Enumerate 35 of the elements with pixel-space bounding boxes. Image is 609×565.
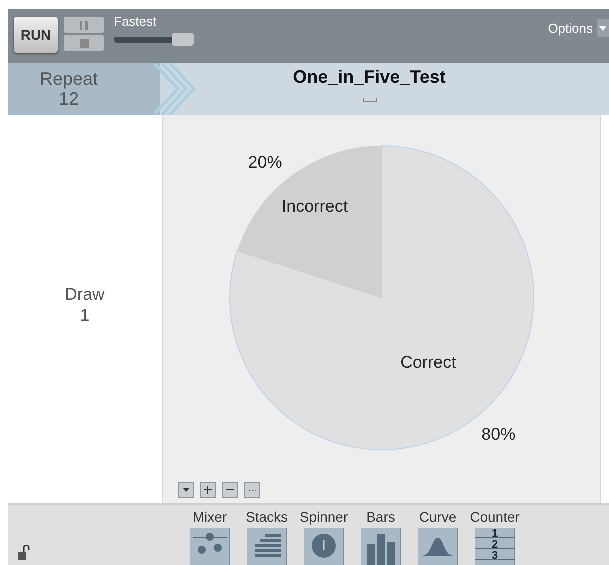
tool-button[interactable]: Stacks xyxy=(245,509,289,565)
options-button[interactable]: Options xyxy=(548,19,609,37)
resize-handle[interactable] xyxy=(362,98,376,102)
percent-label: 80% xyxy=(482,425,516,444)
dropdown-button[interactable] xyxy=(178,482,194,498)
plus-icon xyxy=(204,486,212,494)
repeat-count: 12 xyxy=(58,89,80,109)
tool-button[interactable]: Bars xyxy=(359,509,403,565)
stop-icon xyxy=(80,38,88,48)
pause-icon xyxy=(80,20,88,30)
spinner-icon xyxy=(304,528,344,565)
caret-icon xyxy=(182,488,190,492)
slider-thumb[interactable] xyxy=(172,33,194,46)
remove-button[interactable] xyxy=(222,482,238,498)
curve-icon xyxy=(418,528,458,565)
caret-icon xyxy=(599,26,607,30)
draw-count: 1 xyxy=(80,305,90,326)
add-button[interactable] xyxy=(200,482,216,498)
percent-label: 20% xyxy=(248,152,282,172)
draw-label: Draw xyxy=(65,284,105,305)
speed-label: Fastest xyxy=(114,14,158,29)
tool-button[interactable]: Spinner xyxy=(302,509,346,565)
stacks-icon xyxy=(247,528,287,565)
tool-button[interactable]: Curve xyxy=(416,509,460,565)
minus-icon xyxy=(226,489,234,491)
mixer-icon xyxy=(190,528,230,565)
tool-button[interactable]: Mixer xyxy=(188,509,232,565)
counter-icon: 1 2 3 xyxy=(475,528,515,565)
repeat-label: Repeat xyxy=(40,69,98,89)
slice-label: Incorrect xyxy=(282,196,348,216)
run-button[interactable]: RUN xyxy=(14,17,58,53)
bars-icon xyxy=(361,528,401,565)
slice-label: Correct xyxy=(400,352,456,372)
unlocked-padlock-icon[interactable] xyxy=(18,545,32,560)
model-title: One_in_Five_Test xyxy=(293,67,446,88)
